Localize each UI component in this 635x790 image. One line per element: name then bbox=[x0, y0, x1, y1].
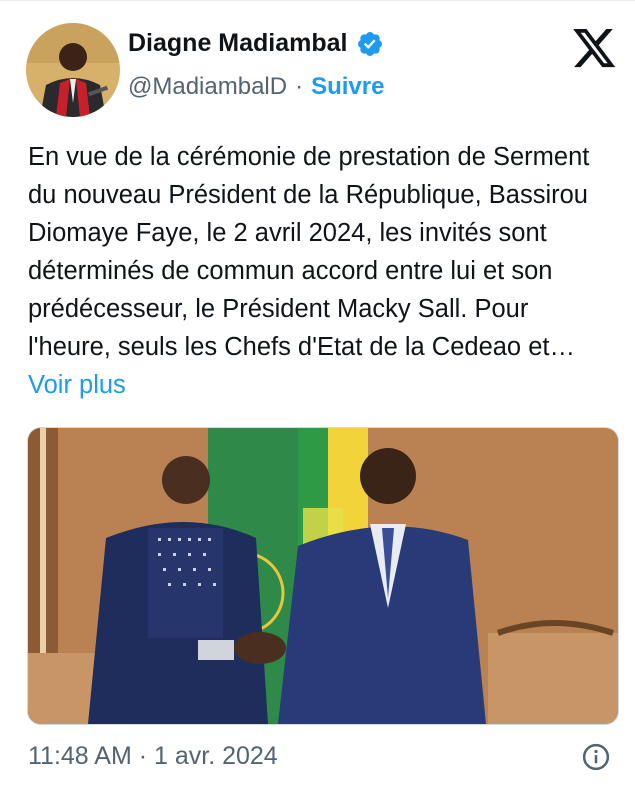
author-display-name[interactable]: Diagne Madiambal bbox=[128, 29, 348, 58]
info-icon[interactable] bbox=[581, 742, 611, 772]
tweet-card: Diagne Madiambal @MadiambalD · Suivre En… bbox=[0, 0, 635, 790]
tweet-text: En vue de la cérémonie de prestation de … bbox=[28, 138, 613, 404]
tweet-body: En vue de la cérémonie de prestation de … bbox=[28, 143, 590, 361]
tweet-timestamp[interactable]: 11:48 AM · 1 avr. 2024 bbox=[28, 742, 278, 771]
separator-dot: · bbox=[295, 73, 304, 100]
follow-button[interactable]: Suivre bbox=[311, 73, 384, 101]
author-avatar[interactable] bbox=[26, 23, 120, 117]
author-handle-row: @MadiambalD · Suivre bbox=[128, 73, 384, 101]
x-logo-icon[interactable] bbox=[573, 29, 617, 69]
author-handle[interactable]: @MadiambalD bbox=[128, 73, 287, 101]
author-name-row: Diagne Madiambal bbox=[128, 29, 384, 58]
tweet-photo[interactable] bbox=[27, 427, 619, 725]
verified-badge-icon bbox=[356, 30, 384, 58]
photo-illustration bbox=[28, 428, 618, 724]
see-more-link[interactable]: Voir plus bbox=[28, 371, 126, 399]
